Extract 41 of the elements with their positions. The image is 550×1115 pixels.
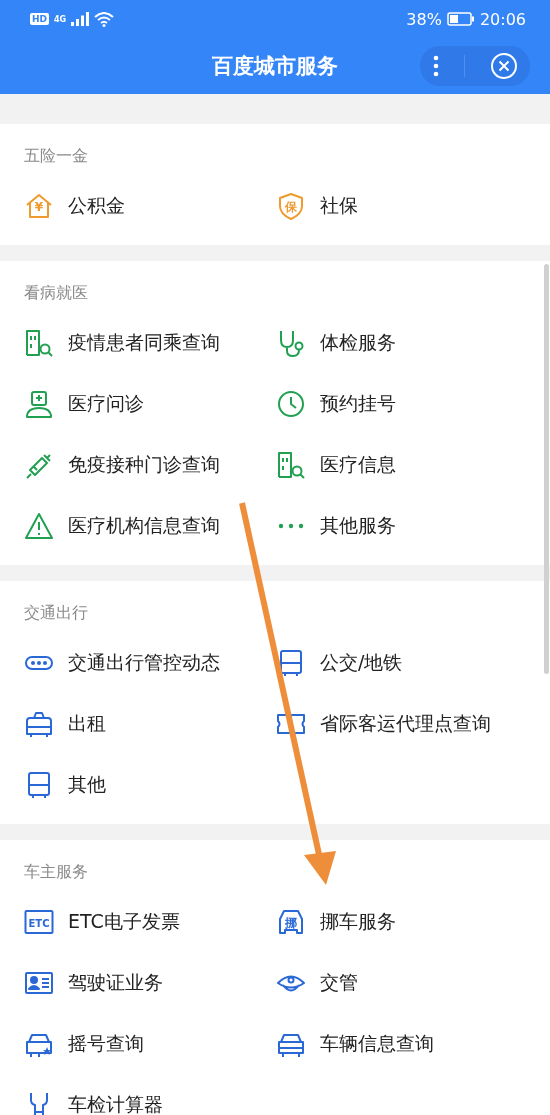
battery-percent: 38% [406, 9, 442, 29]
section-title: 车主服务 [24, 862, 89, 883]
service-item[interactable]: 交通出行管控动态 [24, 632, 276, 693]
service-item[interactable]: 省际客运代理点查询 [276, 693, 550, 754]
icon-label: ¥ [34, 199, 44, 214]
service-item[interactable]: 体检服务 [276, 312, 550, 373]
service-item[interactable]: 出租 [24, 693, 276, 754]
hd-indicator: HD [30, 13, 49, 25]
more-icon[interactable] [432, 55, 439, 77]
service-item[interactable]: 车辆信息查询 [276, 1013, 550, 1074]
service-item[interactable]: 免疫接种门诊查询 [24, 434, 276, 495]
page-title: 百度城市服务 [212, 53, 338, 80]
service-item[interactable]: 医疗问诊 [24, 373, 276, 434]
service-item[interactable]: 公交/地铁 [276, 632, 550, 693]
battery-icon [446, 12, 475, 26]
icon-label: ETC [28, 917, 50, 929]
service-item[interactable]: 预约挂号 [276, 373, 550, 434]
service-item[interactable]: ETC ETC电子发票 [24, 891, 276, 952]
network-type: 4G [54, 14, 67, 24]
section-title: 看病就医 [24, 283, 89, 304]
wifi-icon [94, 11, 115, 27]
clock-time: 20:06 [479, 9, 526, 29]
icon-label: 保 [285, 199, 297, 214]
service-item[interactable]: 医疗机构信息查询 [24, 495, 276, 556]
icon-label: 挪 [285, 915, 297, 930]
service-item[interactable]: 驾驶证业务 [24, 952, 276, 1013]
scrollbar[interactable] [544, 264, 549, 674]
service-item[interactable]: 摇号查询 [24, 1013, 276, 1074]
service-item[interactable]: 其他服务 [276, 495, 550, 556]
service-item[interactable]: 保 社保 [276, 175, 550, 236]
service-item[interactable]: 交管 [276, 952, 550, 1013]
service-item[interactable]: 疫情患者同乘查询 [24, 312, 276, 373]
service-item[interactable]: 其他 [24, 754, 276, 815]
service-item[interactable]: 车检计算器 [24, 1074, 276, 1115]
service-item[interactable]: 医疗信息 [276, 434, 550, 495]
section-title: 五险一金 [24, 146, 89, 167]
service-item[interactable]: 挪 挪车服务 [276, 891, 550, 952]
service-item[interactable]: ¥ 公积金 [24, 175, 276, 236]
section-title: 交通出行 [24, 603, 89, 624]
close-icon[interactable] [489, 52, 518, 80]
signal-icon [71, 12, 90, 26]
